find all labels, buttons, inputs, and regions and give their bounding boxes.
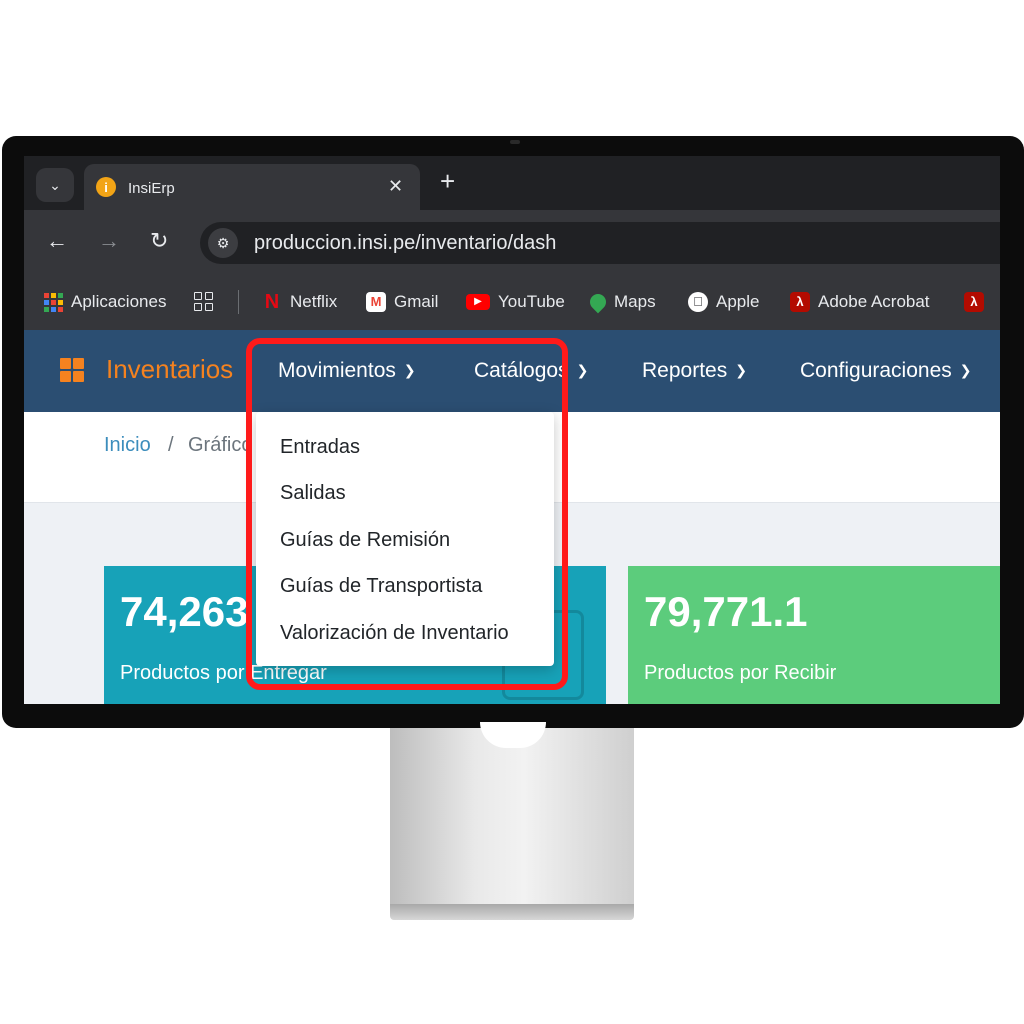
bookmark-label: YouTube: [498, 292, 565, 311]
bookmark-acrobat-overflow[interactable]: λ: [964, 292, 984, 312]
stat-value: 79,771.1: [644, 588, 808, 635]
bookmark-separator: [238, 290, 239, 314]
bookmark-maps[interactable]: Maps: [586, 290, 656, 314]
monitor-stand: [390, 728, 634, 908]
youtube-icon: ▶: [466, 294, 490, 310]
browser-tab-strip: ⌄ i InsiErp ✕ +: [24, 156, 1000, 210]
acrobat-icon: λ: [964, 292, 984, 312]
address-bar[interactable]: ⚙ produccion.insi.pe/inventario/dash: [200, 222, 1000, 264]
bookmark-label: Maps: [614, 292, 656, 311]
bookmark-label: Gmail: [394, 292, 439, 311]
bookmark-label: Adobe Acrobat: [818, 292, 930, 311]
tab-title: InsiErp: [128, 180, 175, 197]
apple-icon: : [688, 292, 708, 312]
bookmark-apple[interactable]:  Apple: [688, 292, 759, 312]
chevron-down-icon: ⌄: [49, 176, 61, 193]
chevron-down-icon: ❯: [576, 362, 589, 378]
breadcrumb-current: Gráfico: [188, 434, 253, 456]
bookmark-adobe-acrobat[interactable]: λ Adobe Acrobat: [790, 292, 930, 312]
apps-dots-icon: [44, 292, 63, 312]
netflix-icon: N: [264, 291, 280, 313]
bookmark-gmail[interactable]: M Gmail: [366, 292, 438, 312]
breadcrumb-home[interactable]: Inicio: [104, 434, 151, 457]
bookmark-youtube[interactable]: ▶ YouTube: [466, 292, 565, 312]
bookmark-aplicaciones[interactable]: Aplicaciones: [44, 292, 166, 312]
webcam: [510, 140, 520, 144]
breadcrumb-separator: /: [168, 434, 174, 456]
back-arrow-icon[interactable]: ←: [46, 228, 68, 254]
browser-tab[interactable]: i InsiErp ✕: [84, 164, 420, 210]
app-brand[interactable]: Inventarios: [106, 354, 233, 385]
chevron-down-icon: ❯: [735, 362, 747, 378]
bookmark-netflix[interactable]: N Netflix: [262, 292, 337, 312]
reload-icon[interactable]: ↻: [150, 228, 168, 254]
highlight-frame: [246, 338, 568, 690]
bookmarks-bar: Aplicaciones N Netflix M Gmail ▶ YouTube…: [24, 276, 1000, 330]
bookmark-label: Netflix: [290, 292, 338, 311]
grid-logo-icon: [60, 358, 84, 382]
monitor-stand-foot: [390, 904, 634, 920]
gmail-icon: M: [366, 292, 386, 312]
forward-arrow-icon[interactable]: →: [98, 228, 120, 254]
new-tab-icon[interactable]: +: [440, 168, 455, 194]
insi-favicon-icon: i: [96, 177, 116, 197]
close-tab-icon[interactable]: ✕: [388, 176, 403, 197]
bookmark-label: Apple: [716, 292, 760, 311]
acrobat-icon: λ: [790, 292, 810, 312]
maps-pin-icon: [586, 290, 610, 314]
url-text[interactable]: produccion.insi.pe/inventario/dash: [254, 232, 556, 255]
stat-value: 74,263: [120, 588, 249, 635]
chevron-down-icon: ❯: [959, 362, 972, 378]
stat-label: Productos por Recibir: [644, 662, 837, 684]
tab-search-button[interactable]: ⌄: [36, 168, 74, 202]
browser-toolbar: ← → ↻ ⚙ produccion.insi.pe/inventario/da…: [24, 210, 1000, 276]
menu-configuraciones[interactable]: Configuraciones ❯: [800, 359, 972, 383]
apps-grid-button[interactable]: [194, 292, 213, 311]
stat-card-recibir: 79,771.1 Productos por Recibir: [628, 566, 1000, 704]
bookmark-label: Aplicaciones: [71, 292, 167, 311]
grid-icon: [194, 292, 213, 311]
menu-reportes[interactable]: Reportes ❯: [642, 359, 747, 383]
site-settings-icon[interactable]: ⚙: [208, 228, 238, 258]
